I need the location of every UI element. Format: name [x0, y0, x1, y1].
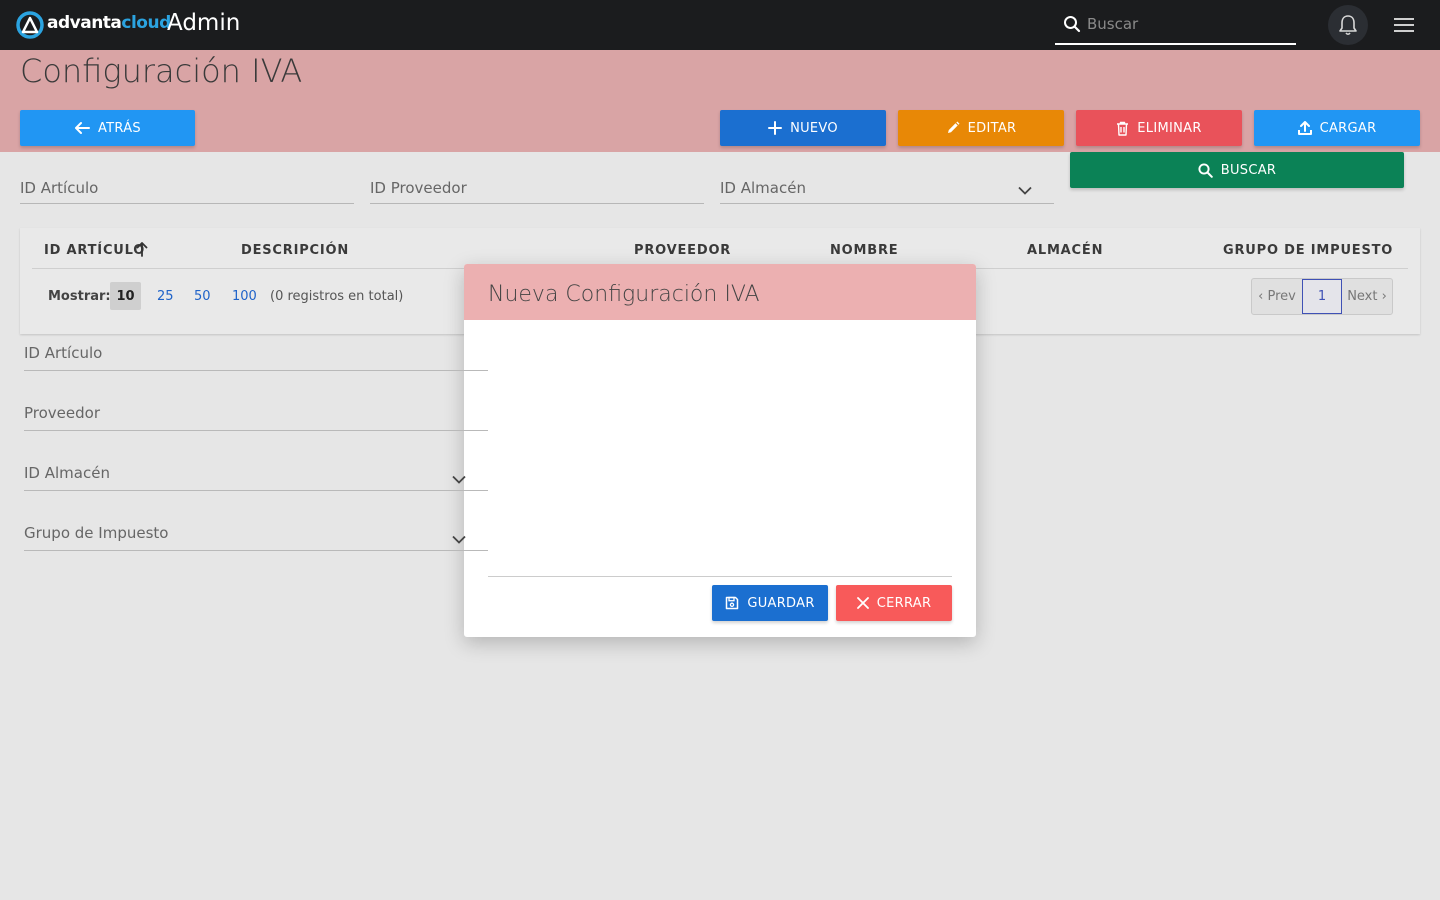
trash-icon [1117, 121, 1129, 136]
column-header-nombre[interactable]: NOMBRE [830, 243, 898, 258]
arrow-up-icon[interactable] [136, 241, 148, 257]
dialog-field-id-articulo[interactable]: ID Artículo [24, 343, 488, 371]
load-button-label: CARGAR [1319, 120, 1377, 136]
chevron-down-icon [1018, 186, 1032, 195]
floppy-disk-icon [726, 596, 739, 610]
dialog-title: Nueva Configuración IVA [488, 282, 760, 307]
filter-id-articulo-label: ID Artículo [20, 179, 99, 197]
save-button-label: GUARDAR [747, 595, 815, 611]
search-button-label: BUSCAR [1220, 162, 1277, 178]
page-size-25[interactable]: 25 [157, 289, 174, 304]
brand-name[interactable]: advantacloud [47, 13, 171, 33]
page-title: Configuración IVA [20, 52, 303, 90]
filter-id-proveedor-label: ID Proveedor [370, 179, 467, 197]
close-button-label: CERRAR [876, 595, 932, 611]
search-button[interactable]: BUSCAR [1070, 152, 1404, 188]
advantacloud-logo-icon[interactable] [16, 11, 44, 39]
delete-button[interactable]: ELIMINAR [1076, 110, 1242, 146]
global-search[interactable] [1055, 5, 1296, 45]
close-icon [856, 597, 869, 609]
dialog-footer-divider [488, 576, 952, 577]
record-count: (0 registros en total) [270, 289, 404, 304]
load-button[interactable]: CARGAR [1254, 110, 1420, 146]
filter-id-almacen-select[interactable]: ID Almacén [720, 178, 1054, 204]
app-title: Admin [167, 10, 241, 36]
dialog-field-grupo-impuesto-select[interactable]: Grupo de Impuesto [24, 523, 488, 551]
dialog-header: Nueva Configuración IVA [464, 264, 976, 320]
dialog-field-proveedor-label: Proveedor [24, 404, 100, 422]
edit-button[interactable]: EDITAR [898, 110, 1064, 146]
new-button-label: NUEVO [790, 120, 838, 136]
dialog-field-id-articulo-label: ID Artículo [24, 344, 103, 362]
hamburger-menu-icon[interactable] [1394, 17, 1414, 33]
dialog-field-grupo-impuesto-label: Grupo de Impuesto [24, 524, 169, 542]
column-header-id-articulo[interactable]: ID ARTÍCULO [44, 243, 145, 258]
search-icon [1198, 162, 1213, 178]
back-button[interactable]: ATRÁS [20, 110, 195, 146]
bell-icon [1339, 15, 1357, 36]
column-header-grupo-impuesto[interactable]: GRUPO DE IMPUESTO [1223, 243, 1393, 258]
filter-id-almacen-label: ID Almacén [720, 179, 806, 197]
chevron-down-icon [452, 475, 466, 484]
page-size-10[interactable]: 10 [110, 282, 141, 310]
filter-id-articulo[interactable]: ID Artículo [20, 178, 354, 204]
edit-button-label: EDITAR [967, 120, 1017, 136]
dialog-field-proveedor[interactable]: Proveedor [24, 403, 488, 431]
pagination: ‹ Prev 1 Next › [1251, 278, 1393, 315]
arrow-left-icon [75, 122, 90, 134]
upload-icon [1297, 121, 1312, 135]
save-button[interactable]: GUARDAR [712, 585, 828, 621]
prev-page-button[interactable]: ‹ Prev [1252, 279, 1302, 314]
page-size-100[interactable]: 100 [232, 289, 257, 304]
chevron-down-icon [452, 535, 466, 544]
next-page-button[interactable]: Next › [1342, 279, 1392, 314]
pencil-icon [947, 121, 960, 133]
search-input[interactable] [1087, 13, 1287, 35]
page-size-label: Mostrar: [48, 289, 111, 304]
filter-id-proveedor[interactable]: ID Proveedor [370, 178, 704, 204]
page-size-50[interactable]: 50 [194, 289, 211, 304]
back-button-label: ATRÁS [98, 120, 141, 136]
close-button[interactable]: CERRAR [836, 585, 952, 621]
new-config-dialog: Nueva Configuración IVA [464, 264, 976, 637]
column-header-proveedor[interactable]: PROVEEDOR [634, 243, 731, 258]
delete-button-label: ELIMINAR [1137, 120, 1202, 136]
top-navbar: advantacloud Admin [0, 0, 1440, 50]
dialog-field-id-almacen-label: ID Almacén [24, 464, 110, 482]
notifications-button[interactable] [1328, 5, 1368, 45]
column-header-almacen[interactable]: ALMACÉN [1027, 243, 1103, 258]
plus-icon [768, 121, 783, 135]
search-icon [1064, 16, 1081, 33]
dialog-field-id-almacen-select[interactable]: ID Almacén [24, 463, 488, 491]
column-header-descripcion[interactable]: DESCRIPCIÓN [241, 243, 349, 258]
current-page-button[interactable]: 1 [1302, 279, 1342, 314]
new-button[interactable]: NUEVO [720, 110, 886, 146]
